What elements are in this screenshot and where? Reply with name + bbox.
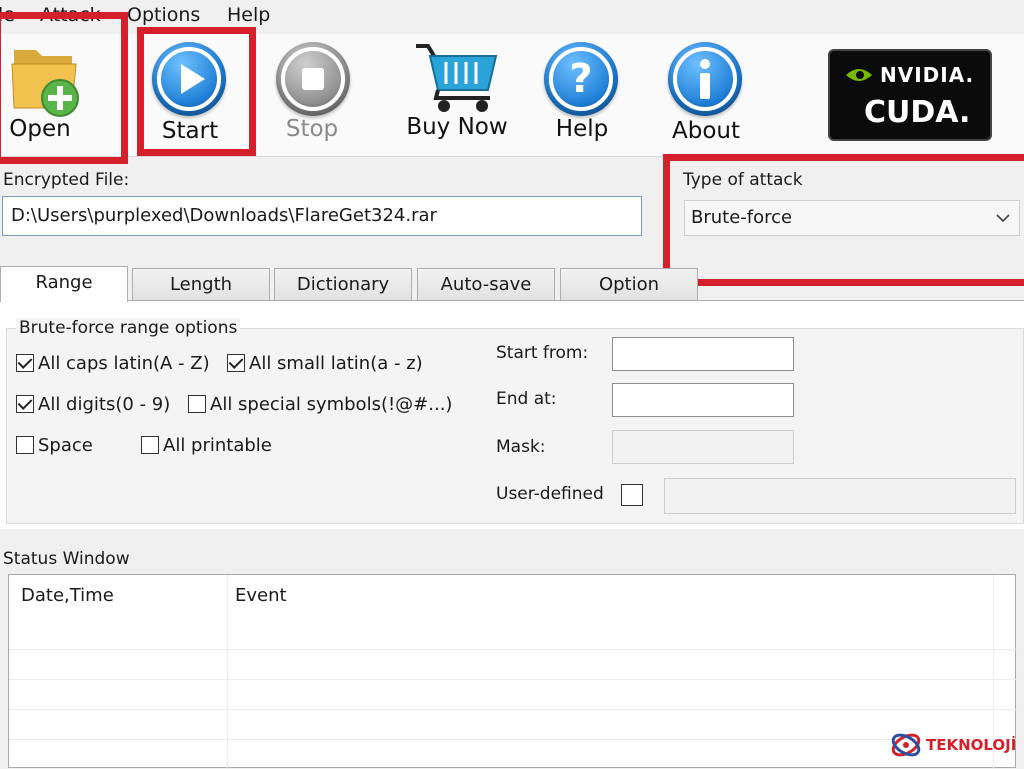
- end-at-label: End at:: [496, 389, 557, 409]
- watermark-text: TEKNOLOJİ: [926, 736, 1017, 754]
- stop-icon: [276, 42, 350, 116]
- help-label: Help: [555, 116, 609, 142]
- highlight-attack-type: [663, 154, 1024, 286]
- checkbox-box[interactable]: [16, 354, 34, 372]
- checkbox-all-digits[interactable]: All digits(0 - 9): [16, 394, 170, 415]
- end-at-input[interactable]: [612, 383, 794, 417]
- checkbox-all-printable[interactable]: All printable: [141, 435, 272, 456]
- teknoloji-logo-icon: [891, 733, 921, 757]
- mask-label: Mask:: [496, 437, 546, 457]
- status-table[interactable]: Date,Time Event: [8, 574, 1017, 769]
- start-from-label: Start from:: [496, 343, 589, 363]
- checkbox-space[interactable]: Space: [16, 435, 93, 456]
- help-button[interactable]: ? Help: [532, 34, 632, 154]
- cuda-text: CUDA.: [864, 95, 971, 130]
- tab-range[interactable]: Range: [0, 266, 128, 302]
- menu-options[interactable]: Options: [127, 4, 200, 26]
- range-options-title: Brute-force range options: [16, 318, 241, 338]
- mask-input: [612, 430, 794, 464]
- encrypted-file-input[interactable]: D:\Users\purplexed\Downloads\FlareGet324…: [2, 196, 642, 236]
- checkbox-special-symbols[interactable]: All special symbols(!@#...): [188, 394, 452, 415]
- checkbox-label: All printable: [163, 435, 272, 456]
- buy-now-label: Buy Now: [406, 114, 508, 140]
- checkbox-label: Space: [38, 435, 93, 456]
- checkbox-box[interactable]: [16, 395, 34, 413]
- checkbox-label: All special symbols(!@#...): [210, 394, 453, 415]
- user-defined-input: [664, 478, 1016, 514]
- info-icon: [668, 42, 742, 116]
- checkbox-box[interactable]: [188, 395, 206, 413]
- highlight-open: [0, 12, 128, 164]
- watermark: TEKNOLOJİ: [888, 726, 1022, 764]
- question-mark-icon: ?: [544, 42, 618, 116]
- row-divider: [9, 709, 1017, 710]
- svg-text:?: ?: [569, 56, 592, 102]
- shopping-cart-icon: [416, 44, 498, 112]
- checkbox-box[interactable]: [141, 436, 159, 454]
- checkbox-label: All caps latin(A - Z): [38, 353, 210, 374]
- status-window-title: Status Window: [3, 549, 130, 569]
- buy-now-button[interactable]: Buy Now: [402, 34, 512, 154]
- tab-option[interactable]: Option: [560, 268, 698, 300]
- column-header-event[interactable]: Event: [235, 585, 287, 606]
- about-label: About: [671, 118, 740, 144]
- checkbox-all-caps[interactable]: All caps latin(A - Z): [16, 353, 210, 374]
- user-defined-label: User-defined: [496, 484, 604, 504]
- row-divider: [9, 739, 1017, 740]
- row-divider: [9, 649, 1017, 650]
- stop-button[interactable]: Stop: [262, 34, 362, 154]
- checkbox-label: All small latin(a - z): [249, 353, 423, 374]
- encrypted-file-label: Encrypted File:: [3, 170, 130, 190]
- nvidia-eye-icon: [846, 69, 872, 81]
- tab-length[interactable]: Length: [132, 268, 270, 300]
- checkbox-box[interactable]: [227, 354, 245, 372]
- menu-help[interactable]: Help: [227, 4, 270, 26]
- column-header-datetime[interactable]: Date,Time: [21, 585, 114, 606]
- checkbox-label: All digits(0 - 9): [38, 394, 171, 415]
- about-button[interactable]: About: [656, 34, 756, 154]
- row-divider: [9, 679, 1017, 680]
- start-from-input[interactable]: [612, 337, 794, 371]
- tab-auto-save[interactable]: Auto-save: [417, 268, 555, 300]
- nvidia-text: NVIDIA.: [880, 63, 975, 87]
- nvidia-cuda-logo: NVIDIA. CUDA.: [828, 49, 992, 141]
- checkbox-box[interactable]: [16, 436, 34, 454]
- checkbox-all-small[interactable]: All small latin(a - z): [227, 353, 423, 374]
- stop-label: Stop: [285, 116, 339, 142]
- user-defined-checkbox[interactable]: [621, 484, 643, 506]
- highlight-start: [137, 27, 256, 156]
- tab-dictionary[interactable]: Dictionary: [274, 268, 412, 300]
